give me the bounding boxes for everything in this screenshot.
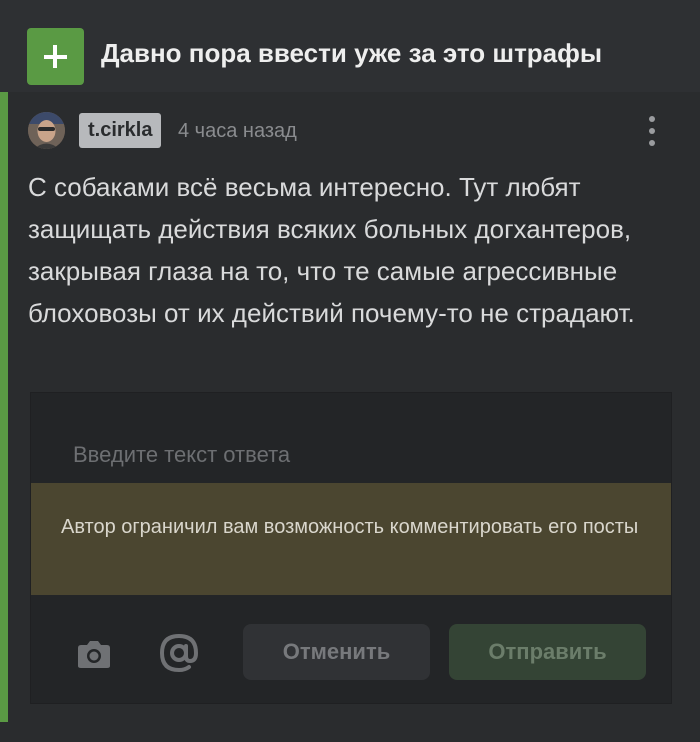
more-options-icon[interactable]	[640, 114, 664, 148]
comment-thread-bar[interactable]	[0, 92, 8, 722]
post-title[interactable]: Давно пора ввести уже за это штрафы	[101, 38, 602, 69]
username-badge[interactable]: t.cirkla	[79, 113, 162, 148]
avatar-image	[28, 112, 65, 149]
camera-icon[interactable]	[77, 639, 111, 669]
send-button[interactable]: Отправить	[449, 624, 646, 680]
comment-text: С собаками всё весьма интересно. Тут люб…	[28, 172, 635, 328]
expand-post-button[interactable]	[27, 28, 84, 85]
comment: t.cirkla 4 часа назад С собаками всё вес…	[0, 92, 700, 742]
avatar[interactable]	[28, 112, 65, 149]
restriction-notice: Автор ограничил вам возможность комменти…	[31, 483, 671, 595]
post-header: Давно пора ввести уже за это штрафы	[0, 0, 700, 92]
reply-form: Автор ограничил вам возможность комменти…	[30, 392, 672, 704]
cancel-button[interactable]: Отменить	[243, 624, 430, 680]
reply-toolbar: Отменить Отправить	[31, 595, 671, 703]
comment-timestamp[interactable]: 4 часа назад	[178, 120, 297, 143]
reply-input[interactable]	[31, 393, 671, 483]
at-icon[interactable]	[159, 633, 199, 673]
page: Давно пора ввести уже за это штрафы t.ci…	[0, 0, 700, 742]
